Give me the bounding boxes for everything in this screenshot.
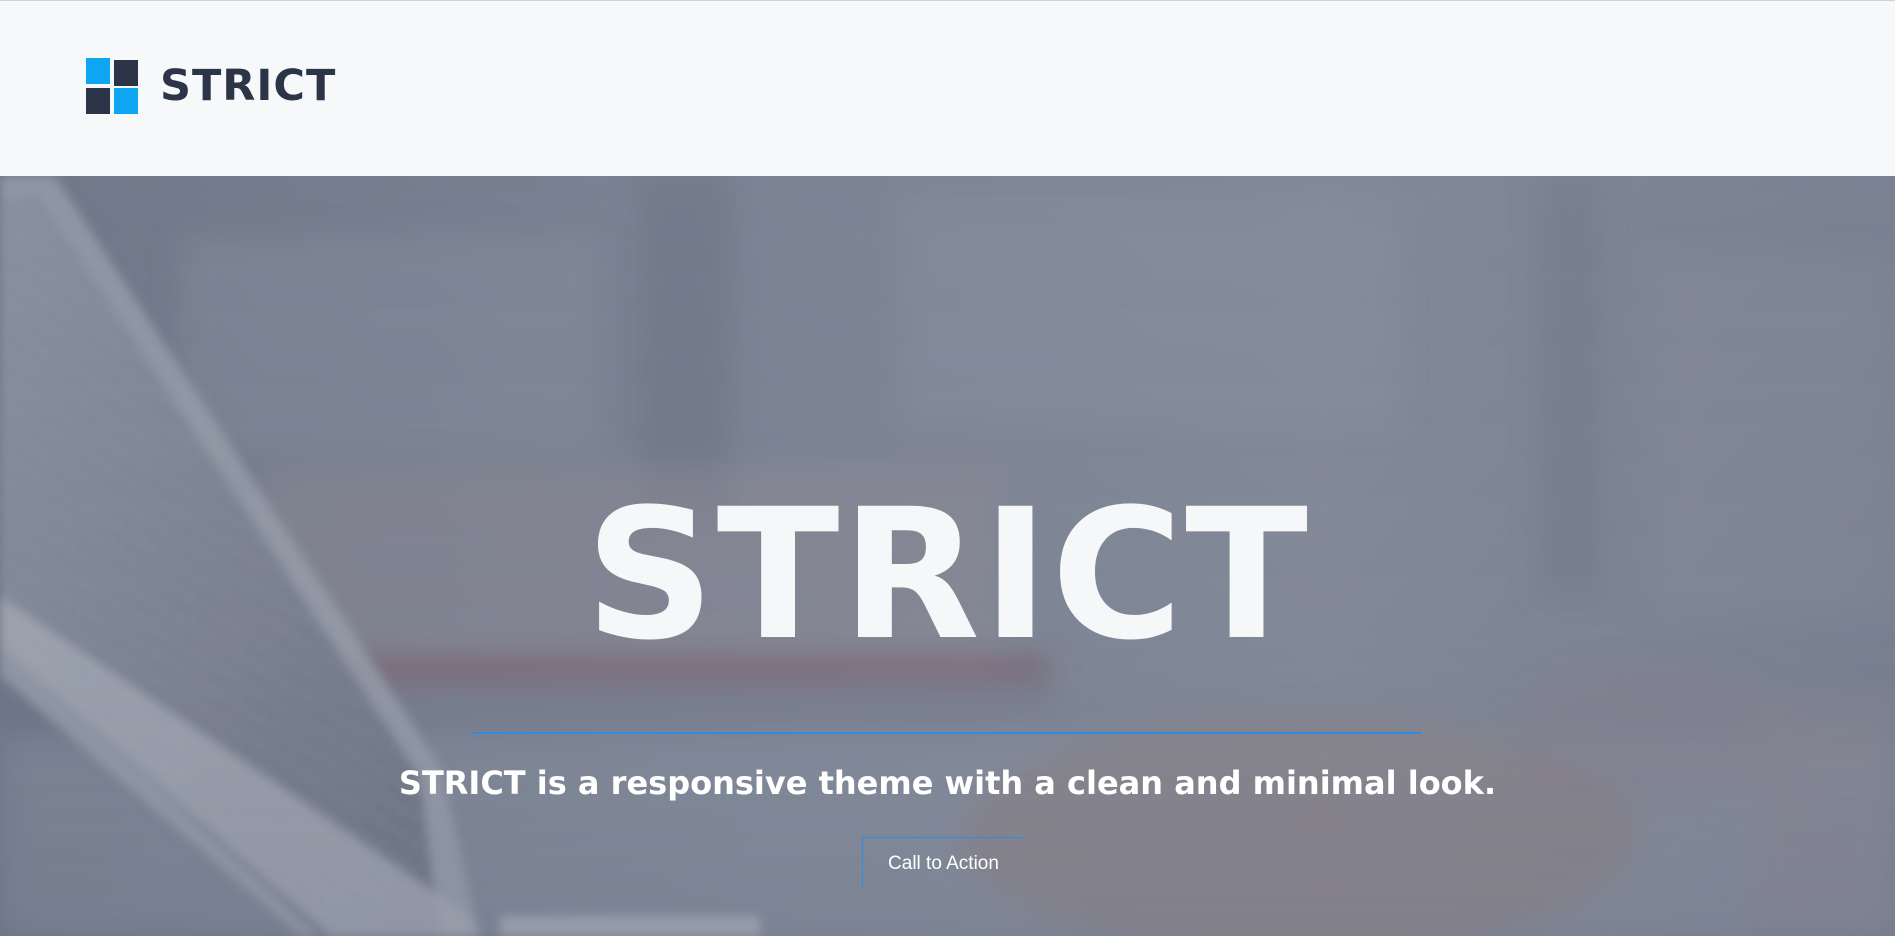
site-logo[interactable]: STRICT [86,57,336,115]
site-header: STRICT [0,0,1895,176]
hero-subtitle: STRICT is a responsive theme with a clea… [398,764,1497,802]
hero-section: STRICT STRICT is a responsive theme with… [0,176,1895,936]
logo-squares-icon [86,58,138,114]
logo-square-dark [114,60,138,86]
logo-text: STRICT [160,60,337,111]
logo-square-accent [86,58,110,84]
hero-title: STRICT [585,471,1310,680]
call-to-action-button[interactable]: Call to Action [862,837,1024,889]
page: STRICT STRICT STRICT is a responsive the… [0,0,1895,936]
hero-divider [473,732,1422,734]
logo-square-dark [86,88,110,114]
logo-square-accent [114,88,138,114]
